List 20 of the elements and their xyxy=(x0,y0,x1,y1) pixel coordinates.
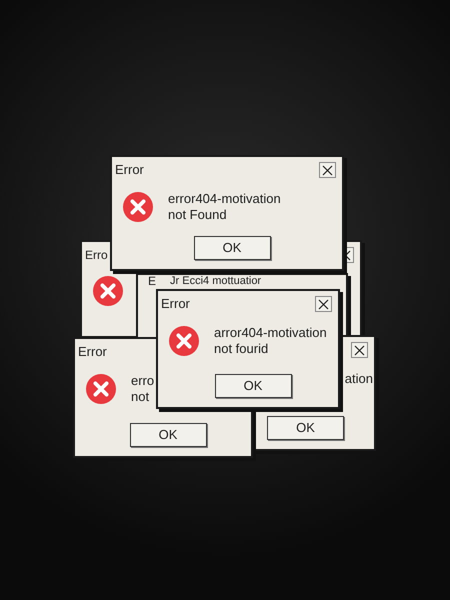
dialog-message: arror404-motivation not fourid xyxy=(214,325,327,357)
close-button[interactable] xyxy=(315,296,332,312)
dialog-title: Error xyxy=(115,161,144,180)
close-icon xyxy=(318,298,329,310)
ok-button[interactable]: OK xyxy=(267,416,344,440)
ok-button[interactable]: OK xyxy=(130,423,206,447)
ok-button[interactable]: OK xyxy=(194,236,270,260)
dialog-title: Error xyxy=(78,343,107,362)
dialog-title: Error xyxy=(161,295,190,314)
ok-button[interactable]: OK xyxy=(214,374,292,398)
close-icon xyxy=(354,344,365,356)
dialog-message: erro not xyxy=(131,373,154,405)
dialog-message: error404-motivation not Found xyxy=(168,191,281,223)
dialog-title: Erro xyxy=(85,247,108,264)
dialog-message: ation xyxy=(344,371,373,387)
close-icon xyxy=(322,164,333,176)
dialog-title: E xyxy=(148,275,156,288)
close-button[interactable] xyxy=(319,162,336,178)
dialog-message: Jr Ecci4 mottuatior xyxy=(170,275,262,288)
close-button[interactable] xyxy=(351,342,368,358)
